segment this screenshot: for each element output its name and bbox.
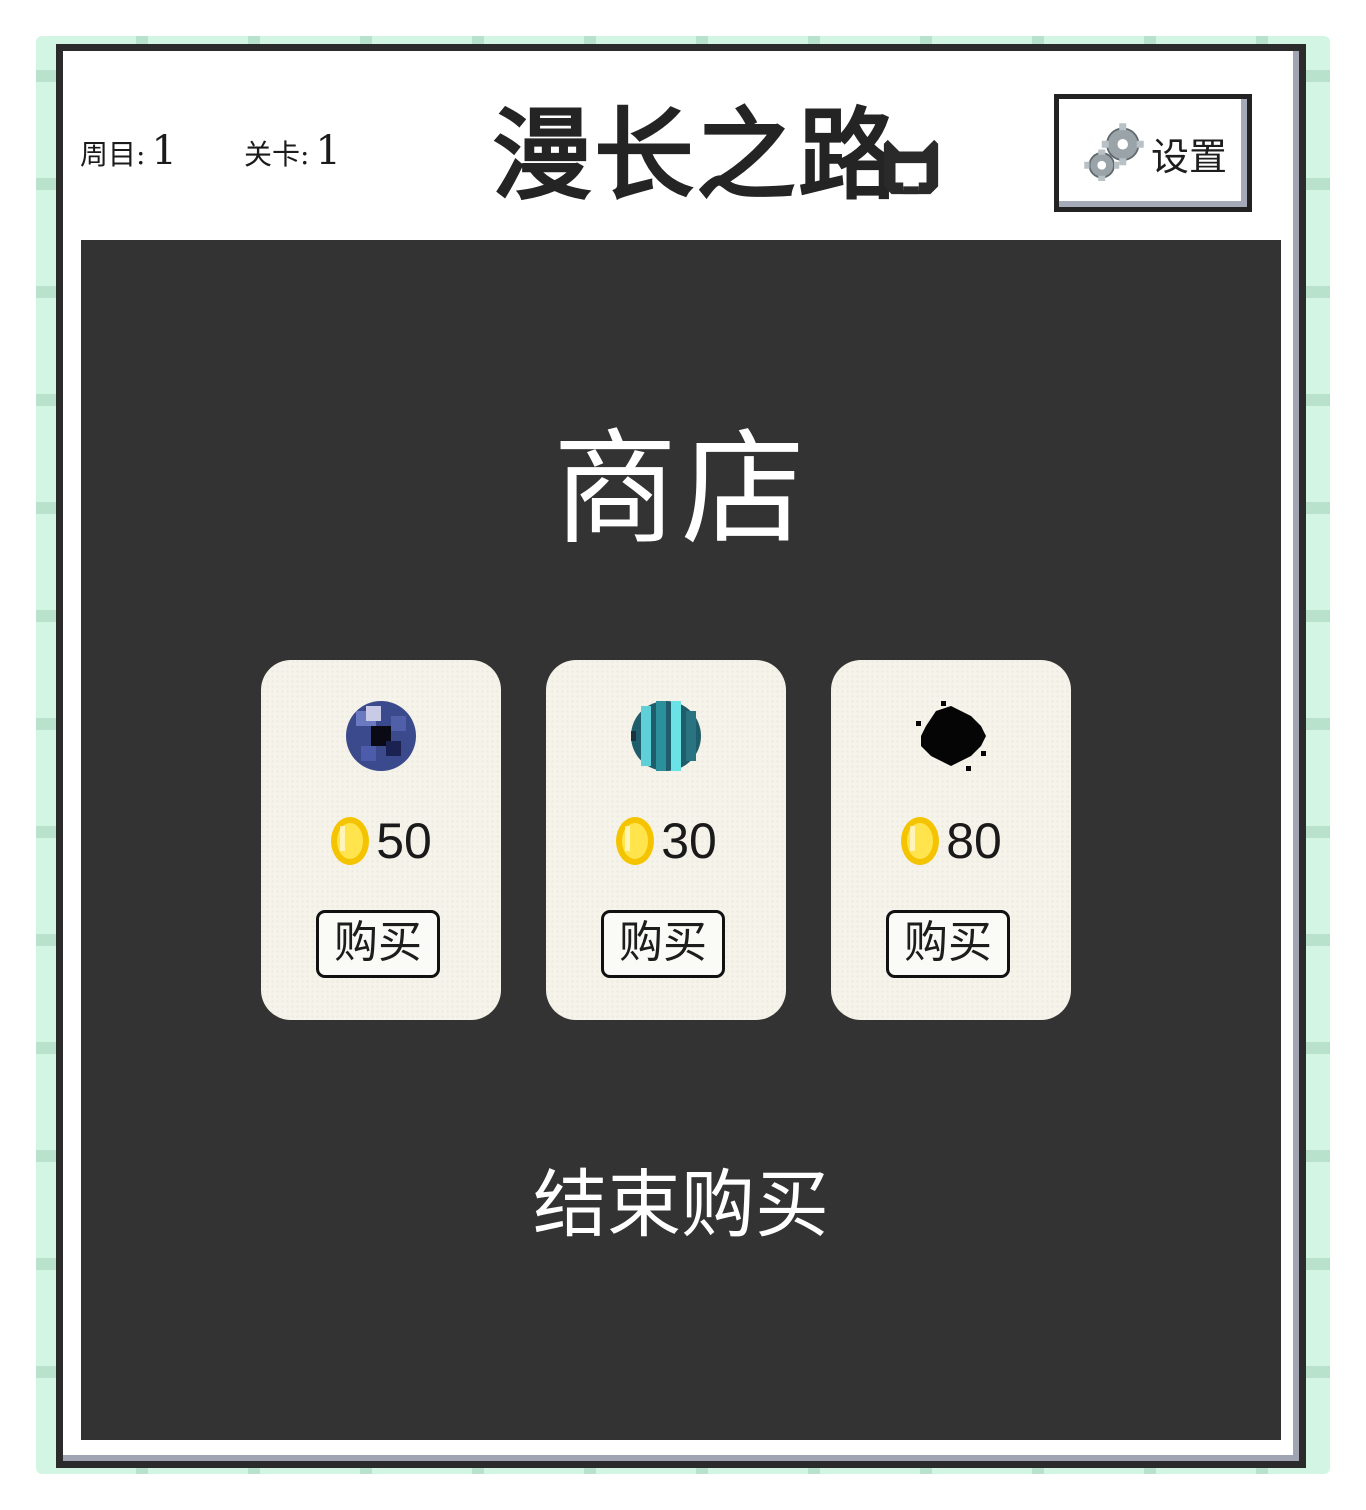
level-label: 关卡: (244, 138, 310, 171)
shop-item-card: 80 购买 (831, 660, 1071, 1020)
item-price: 50 (376, 813, 432, 869)
buy-button[interactable]: 购买 (316, 910, 440, 978)
settings-button[interactable]: 设置 (1054, 94, 1252, 212)
dark-blue-orb-icon (346, 701, 416, 771)
week-value: 1 (151, 128, 177, 174)
price-row: 80 (831, 810, 1071, 872)
coin-icon (331, 817, 370, 865)
finish-shopping-button[interactable]: 结束购买 (81, 1160, 1281, 1250)
shop-title: 商店 (552, 418, 809, 562)
item-price: 30 (661, 813, 717, 869)
coin-icon (616, 817, 655, 865)
teal-striped-orb-icon (631, 701, 701, 771)
level-value: 1 (315, 128, 341, 174)
week-label: 周目: (80, 138, 146, 171)
price-row: 30 (546, 810, 786, 872)
shop-item-card: 30 购买 (546, 660, 786, 1020)
game-title: 漫长之路 (492, 97, 900, 214)
buy-button[interactable]: 购买 (886, 910, 1010, 978)
item-price: 80 (946, 813, 1002, 869)
coin-icon (901, 817, 940, 865)
gear-icon (1084, 123, 1144, 181)
level-counter: 关卡: 1 (244, 128, 341, 174)
shop-item-card: 50 购买 (261, 660, 501, 1020)
buy-button[interactable]: 购买 (601, 910, 725, 978)
shop-panel: 商店 50 购买 30 购买 80 购买 结束购买 (81, 240, 1281, 1440)
week-counter: 周目: 1 (80, 128, 177, 174)
settings-label: 设置 (1150, 134, 1227, 179)
github-cat-icon[interactable] (880, 136, 942, 198)
black-blob-icon (916, 701, 986, 771)
price-row: 50 (261, 810, 501, 872)
